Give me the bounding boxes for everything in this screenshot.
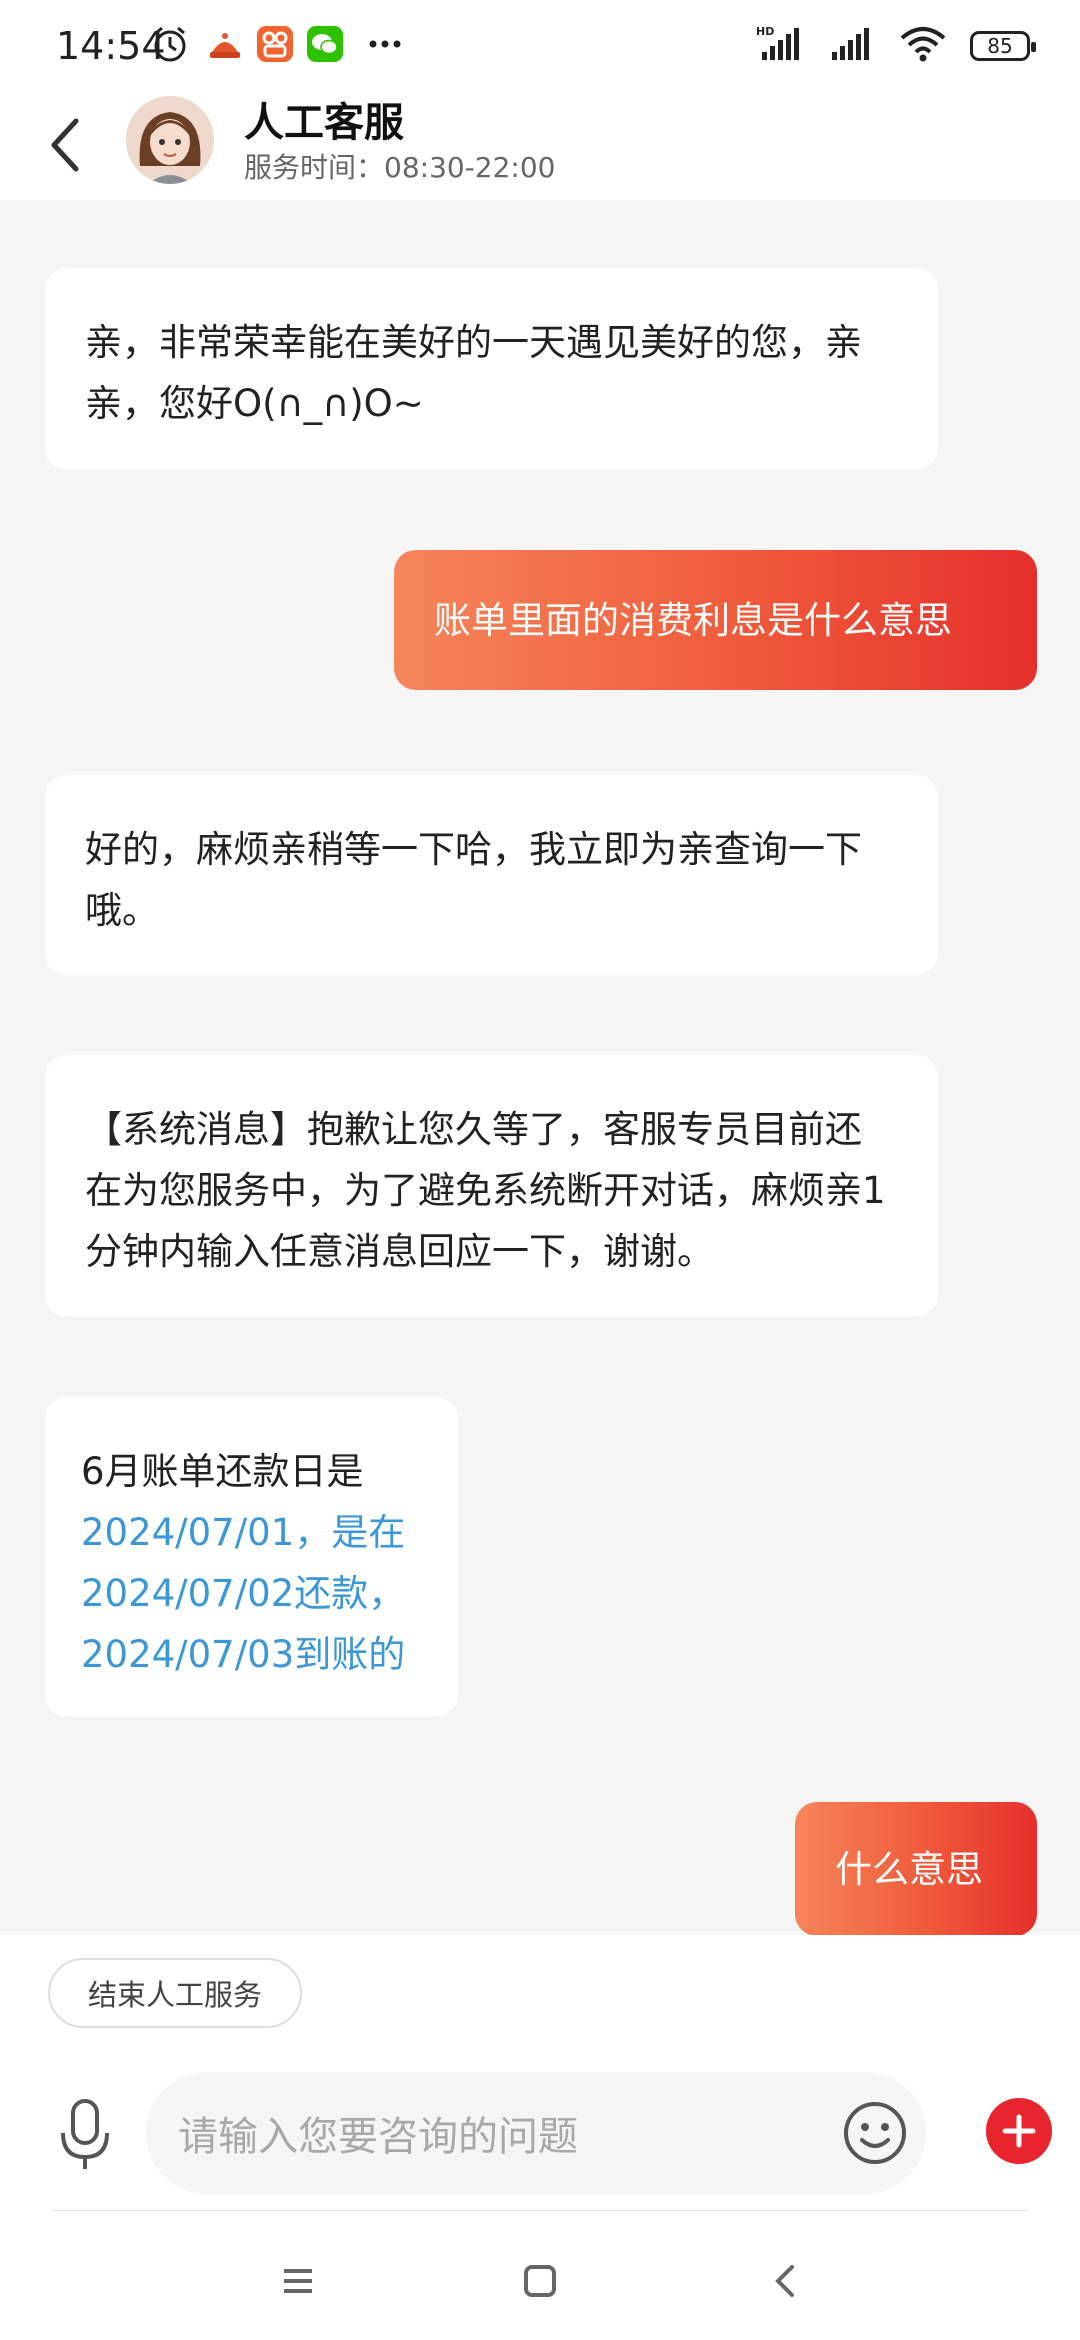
- message-text: 好的，麻烦亲稍等一下哈，我立即为亲查询一下哦。: [85, 828, 862, 932]
- date-link[interactable]: 2024/07/01，是在2024/07/02还款，2024/07/03到账的: [81, 1511, 405, 1676]
- message-text: 什么意思: [835, 1847, 983, 1891]
- back-button[interactable]: [36, 110, 96, 180]
- page-title: 人工客服: [244, 100, 404, 146]
- message-bubble-agent: 亲，非常荣幸能在美好的一天遇见美好的您，亲亲，您好O(∩_∩)O~: [45, 268, 938, 470]
- menu-nav-icon[interactable]: [258, 2251, 338, 2311]
- plus-icon: [1002, 2114, 1036, 2148]
- add-button[interactable]: [986, 2098, 1052, 2164]
- message-bubble-agent: 好的，麻烦亲稍等一下哈，我立即为亲查询一下哦。: [45, 775, 938, 975]
- home-nav-icon[interactable]: [500, 2251, 580, 2311]
- message-text: 亲，非常荣幸能在美好的一天遇见美好的您，亲亲，您好O(∩_∩)O~: [85, 321, 862, 425]
- signal-icon: [828, 24, 876, 68]
- divider: [52, 2210, 1028, 2211]
- message-bubble-user: 账单里面的消费利息是什么意思: [394, 550, 1037, 690]
- service-hours: 服务时间：08:30-22:00: [244, 151, 556, 184]
- message-text: 账单里面的消费利息是什么意思: [434, 598, 952, 642]
- hd-signal-icon: HD: [756, 24, 806, 68]
- microphone-icon[interactable]: [50, 2090, 120, 2180]
- input-panel: 结束人工服务 请输入您要咨询的问题: [0, 1935, 1080, 2340]
- back-nav-icon[interactable]: [746, 2251, 826, 2311]
- more-dots-icon: [365, 22, 405, 66]
- message-text: 6月账单还款日是: [81, 1450, 364, 1493]
- message-bubble-user: 什么意思: [795, 1802, 1037, 1936]
- message-bubble-agent: 6月账单还款日是 2024/07/01，是在2024/07/02还款，2024/0…: [45, 1397, 458, 1717]
- chevron-left-icon: [51, 118, 79, 172]
- message-bubble-system: 【系统消息】抱歉让您久等了，客服专员目前还在为您服务中，为了避免系统断开对话，麻…: [45, 1055, 938, 1317]
- message-input[interactable]: 请输入您要咨询的问题: [146, 2072, 926, 2194]
- wifi-icon: [898, 24, 948, 68]
- alarm-icon: [150, 22, 190, 66]
- svg-text:HD: HD: [756, 25, 774, 38]
- battery-icon: 85: [970, 31, 1036, 61]
- chat-list: 亲，非常荣幸能在美好的一天遇见美好的您，亲亲，您好O(∩_∩)O~ 账单里面的消…: [0, 200, 1080, 1936]
- wechat-icon: [305, 22, 345, 66]
- end-service-button[interactable]: 结束人工服务: [48, 1958, 302, 2028]
- app-icon-orange: [205, 22, 245, 66]
- avatar[interactable]: [126, 96, 214, 184]
- emoji-icon[interactable]: [840, 2090, 910, 2176]
- message-text: 【系统消息】抱歉让您久等了，客服专员目前还在为您服务中，为了避免系统断开对话，麻…: [85, 1108, 886, 1273]
- status-bar: 14:54 HD 85: [0, 0, 1080, 90]
- app-icon-kuaishou: [255, 22, 295, 66]
- chat-header: 人工客服 服务时间：08:30-22:00: [0, 90, 1080, 200]
